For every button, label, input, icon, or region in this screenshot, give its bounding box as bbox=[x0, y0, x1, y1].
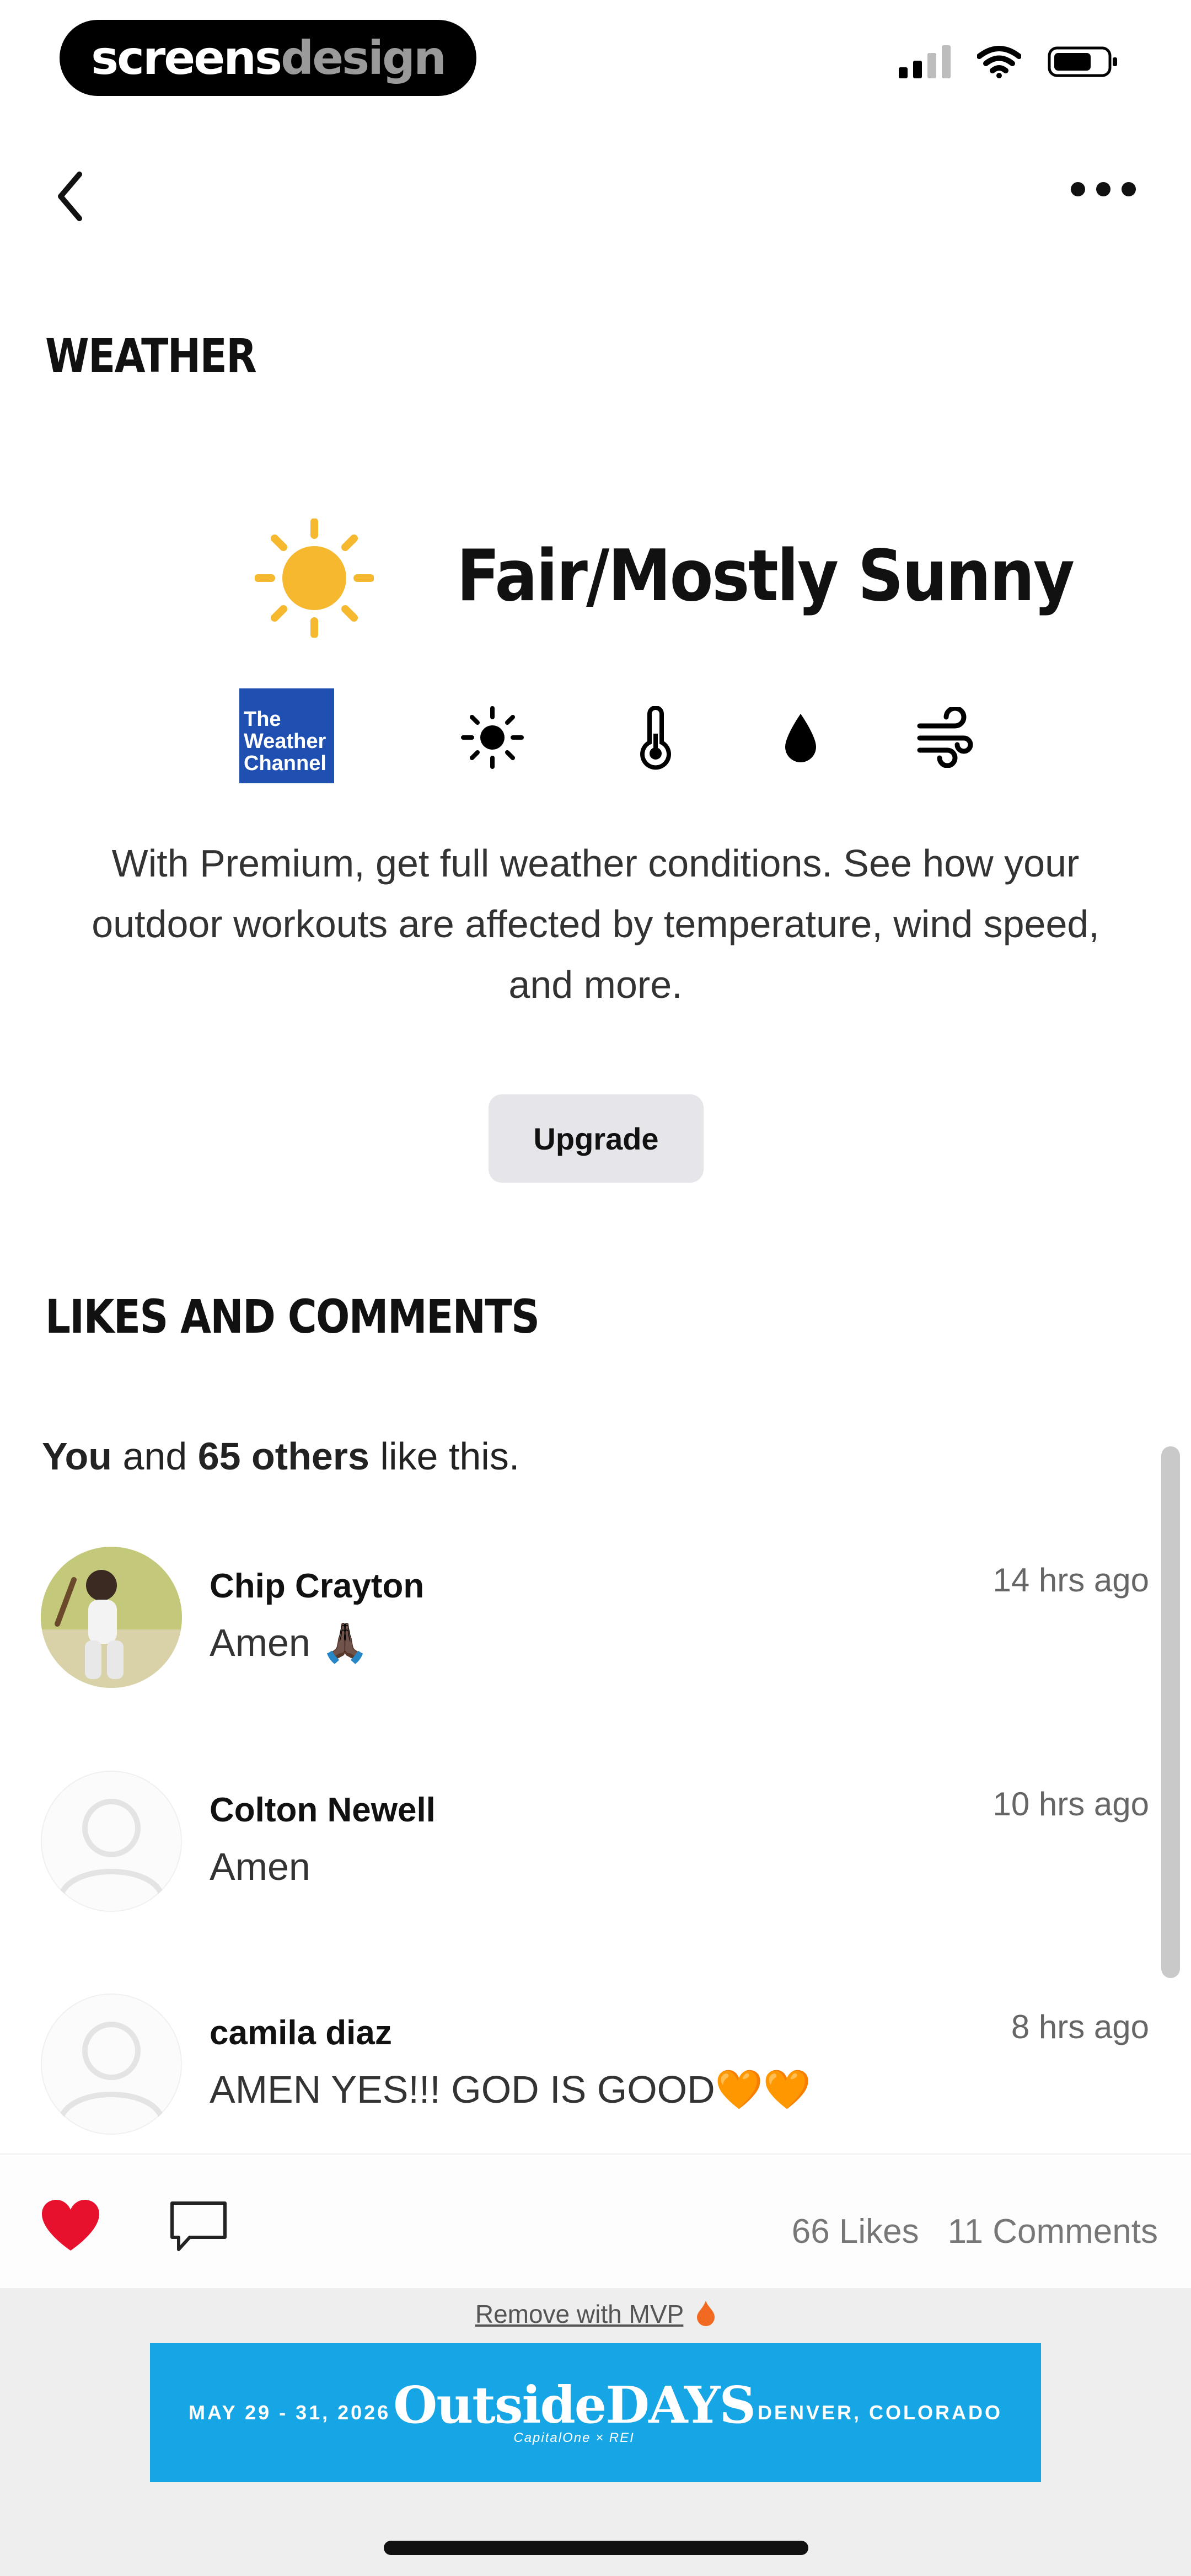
status-icons bbox=[899, 45, 1119, 78]
upgrade-button[interactable]: Upgrade bbox=[489, 1094, 704, 1183]
likes-you: You bbox=[42, 1435, 112, 1478]
signal-icon bbox=[899, 45, 951, 78]
ad-title: OutsideDAYS bbox=[393, 2375, 756, 2435]
comment-text: Amen 🙏🏿 bbox=[210, 1621, 369, 1664]
droplet-icon bbox=[785, 714, 816, 762]
ad-location: DENVER, COLORADO bbox=[757, 2401, 1002, 2424]
avatar[interactable] bbox=[41, 1994, 182, 2135]
thermometer-icon bbox=[640, 706, 671, 770]
commenter-name[interactable]: Colton Newell bbox=[210, 1791, 436, 1830]
commenter-name[interactable]: camila diaz bbox=[210, 2013, 392, 2053]
engagement-counts: 66 Likes 11 Comments bbox=[792, 2212, 1158, 2251]
avatar[interactable] bbox=[41, 1771, 182, 1912]
ad-dates: MAY 29 - 31, 2026 bbox=[189, 2401, 391, 2424]
likes-comments-title: LIKES AND COMMENTS bbox=[45, 1290, 540, 1344]
comment-time: 14 hrs ago bbox=[993, 1562, 1149, 1599]
likes-suffix: like this. bbox=[369, 1435, 520, 1478]
brand-part-2: design bbox=[281, 31, 447, 85]
brand-logo: screens design bbox=[60, 20, 476, 96]
avatar[interactable] bbox=[41, 1547, 182, 1688]
wifi-icon bbox=[977, 46, 1021, 78]
likes-and: and bbox=[112, 1435, 198, 1478]
home-indicator[interactable] bbox=[384, 2541, 808, 2555]
premium-message: With Premium, get full weather condition… bbox=[92, 842, 1099, 1006]
likes-others[interactable]: 65 others bbox=[198, 1435, 369, 1478]
flame-icon bbox=[697, 2301, 715, 2326]
comment-item: camila diaz AMEN YES!!! GOD IS GOOD🧡🧡 8 … bbox=[41, 1994, 1149, 2137]
comments-count[interactable]: 11 Comments bbox=[948, 2212, 1158, 2251]
weather-condition: Fair/Mostly Sunny bbox=[457, 535, 1075, 617]
weather-channel-logo: The Weather Channel bbox=[239, 688, 334, 783]
weather-channel-logo-text: The Weather Channel bbox=[244, 708, 326, 775]
comment-time: 8 hrs ago bbox=[1011, 2008, 1149, 2045]
more-options-icon[interactable] bbox=[1071, 182, 1136, 196]
remove-ads-link[interactable]: Remove with MVP bbox=[0, 2299, 1191, 2329]
comment-icon[interactable] bbox=[168, 2199, 229, 2254]
comment-text: Amen bbox=[210, 1845, 310, 1888]
ad-banner[interactable]: MAY 29 - 31, 2026 OutsideDAYS CapitalOne… bbox=[150, 2343, 1041, 2482]
weather-section-title: WEATHER bbox=[45, 329, 257, 383]
sun-icon bbox=[461, 706, 524, 769]
scrollbar[interactable] bbox=[1161, 1446, 1180, 1978]
comment-text: AMEN YES!!! GOD IS GOOD🧡🧡 bbox=[210, 2068, 811, 2111]
wind-icon bbox=[917, 707, 973, 768]
default-avatar-icon bbox=[58, 2022, 165, 2120]
commenter-name[interactable]: Chip Crayton bbox=[210, 1567, 424, 1606]
comment-item: Colton Newell Amen 10 hrs ago bbox=[41, 1771, 1149, 1914]
back-chevron-icon[interactable] bbox=[51, 165, 90, 227]
heart-icon[interactable] bbox=[40, 2198, 101, 2253]
comment-time: 10 hrs ago bbox=[993, 1786, 1149, 1823]
default-avatar-icon bbox=[58, 1799, 165, 1898]
sun-icon bbox=[255, 519, 374, 638]
brand-part-1: screens bbox=[91, 31, 282, 85]
likes-count[interactable]: 66 Likes bbox=[792, 2212, 919, 2251]
comment-item: Chip Crayton Amen 🙏🏿 14 hrs ago bbox=[41, 1547, 1149, 1690]
remove-ads-label[interactable]: Remove with MVP bbox=[475, 2300, 684, 2328]
battery-icon bbox=[1048, 46, 1117, 77]
likes-summary: You and 65 others like this. bbox=[42, 1434, 519, 1478]
